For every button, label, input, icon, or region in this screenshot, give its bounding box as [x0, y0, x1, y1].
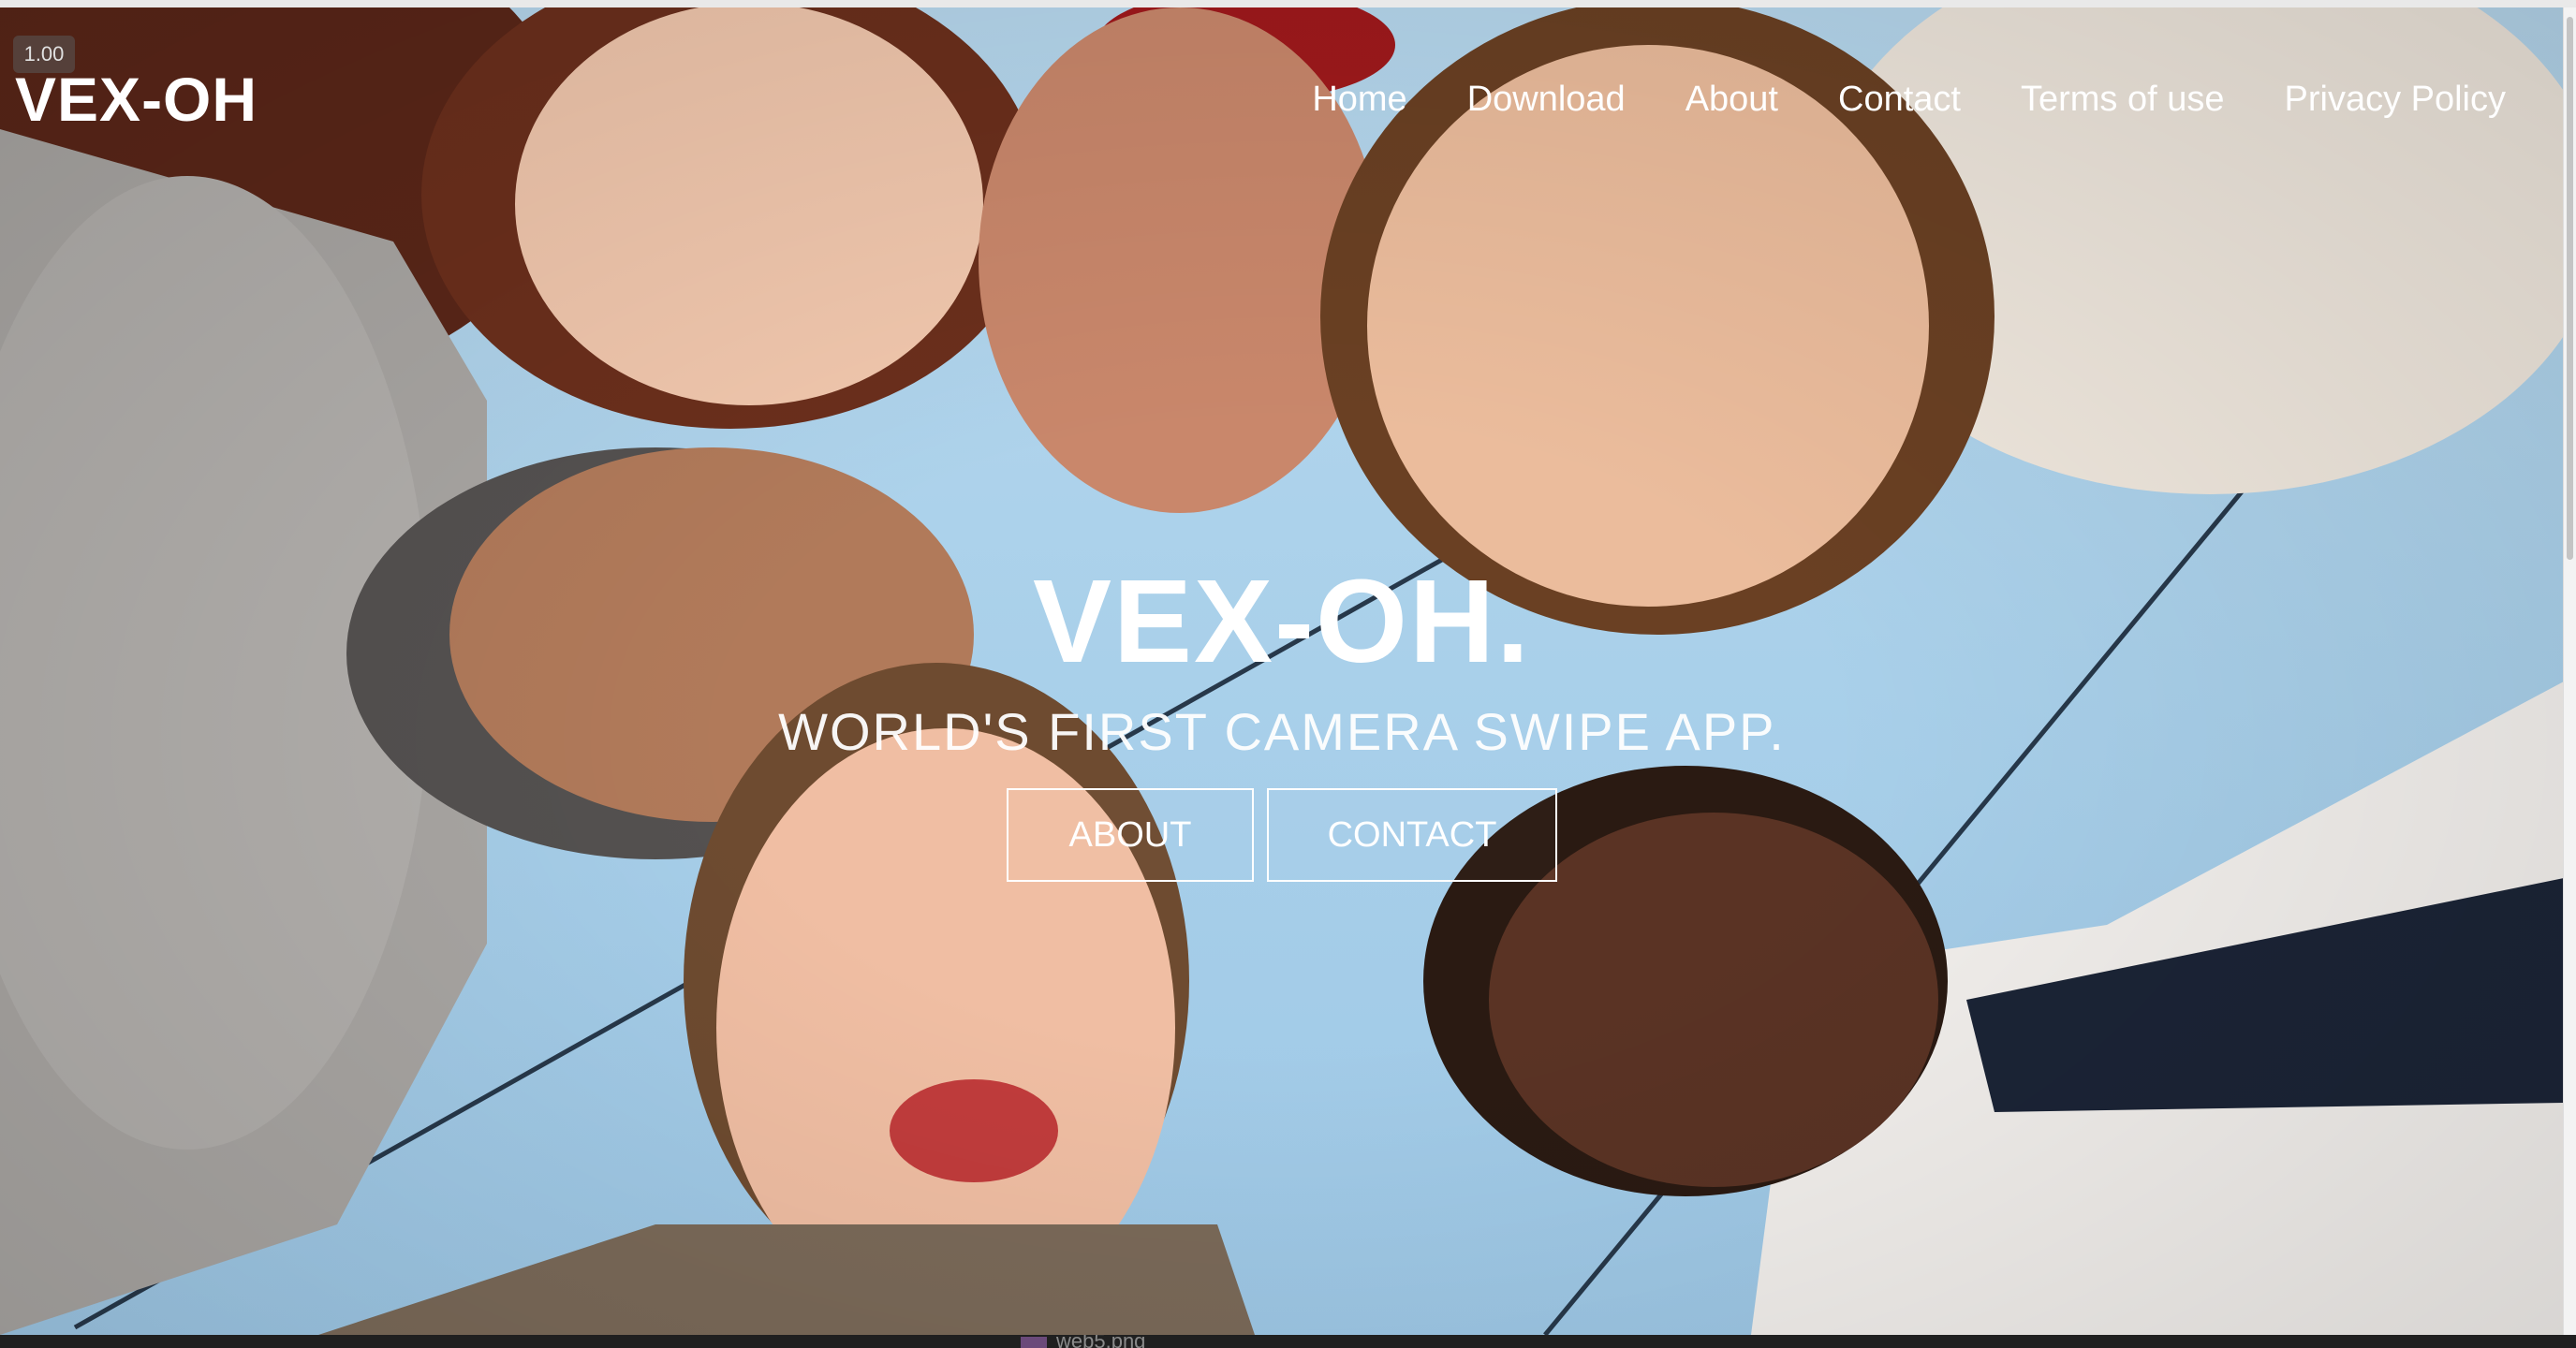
nav-terms-link[interactable]: Terms of use — [2021, 71, 2225, 127]
about-button[interactable]: ABOUT — [1007, 788, 1254, 882]
hero-title: VEX-OH. — [1032, 555, 1532, 687]
nav-download-link[interactable]: Download — [1467, 71, 1626, 127]
site-logo[interactable]: VEX-OH — [15, 62, 258, 137]
contact-button[interactable]: CONTACT — [1267, 788, 1557, 882]
browser-top-strip — [0, 0, 2576, 7]
download-filename[interactable]: web5.png — [1056, 1335, 1145, 1348]
file-thumbnail-icon — [1021, 1337, 1047, 1348]
download-shelf: web5.png — [0, 1335, 2576, 1348]
browser-window: 1.00 VEX-OH Home Download About Contact … — [0, 0, 2576, 1348]
hero-subtitle: WORLD'S FIRST CAMERA SWIPE APP. — [778, 702, 1786, 761]
nav-home-link[interactable]: Home — [1312, 71, 1406, 127]
scrollbar-thumb[interactable] — [2567, 17, 2573, 560]
main-nav: Home Download About Contact Terms of use… — [1252, 71, 2506, 127]
page-scrollbar[interactable] — [2563, 7, 2576, 1335]
hero-cta-row: ABOUT CONTACT — [0, 788, 2564, 882]
nav-about-link[interactable]: About — [1685, 71, 1778, 127]
nav-privacy-link[interactable]: Privacy Policy — [2285, 71, 2507, 127]
nav-contact-link[interactable]: Contact — [1838, 71, 1961, 127]
hero-section: 1.00 VEX-OH Home Download About Contact … — [0, 7, 2564, 1335]
